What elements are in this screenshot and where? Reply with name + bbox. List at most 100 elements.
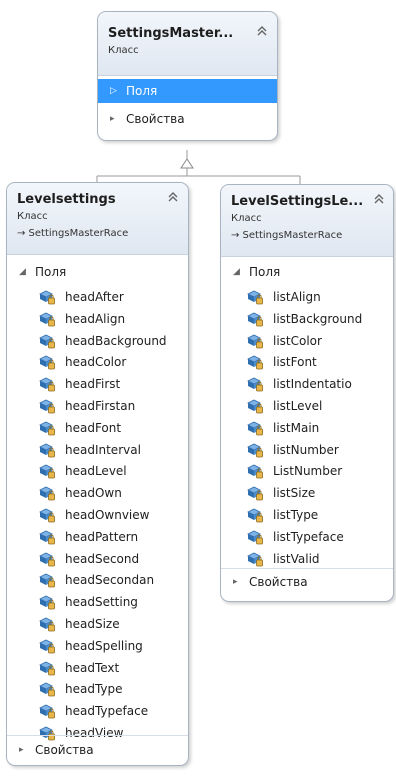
section-properties[interactable]: ▸ Свойства	[98, 108, 277, 130]
section-label: Поля	[35, 265, 67, 279]
field-name: headOwnview	[65, 508, 150, 522]
field-row[interactable]: headPattern	[39, 526, 138, 548]
field-icon	[247, 463, 273, 479]
field-name: headSpelling	[65, 638, 143, 653]
section-fields[interactable]: ◢ Поля	[7, 261, 188, 283]
field-row[interactable]: listType	[247, 504, 318, 526]
field-row[interactable]: headFont	[39, 417, 121, 439]
field-row[interactable]: listNumber	[247, 439, 339, 461]
left-class-header[interactable]: Levelsettings Класс → SettingsMasterRace	[7, 183, 188, 255]
section-label: Свойства	[35, 743, 94, 757]
right-class-box[interactable]: LevelSettingsLe... Класс → SettingsMaste…	[220, 184, 394, 602]
field-row[interactable]: listMain	[247, 417, 319, 439]
field-icon	[247, 289, 273, 305]
field-row[interactable]: headBackground	[39, 330, 167, 352]
field-name: listTypeface	[273, 529, 344, 544]
parent-class-box[interactable]: SettingsMaster... Класс ▷ Поля ▸ Свойств…	[97, 11, 278, 141]
field-icon	[39, 289, 65, 305]
class-kind: Класс	[231, 213, 262, 224]
left-class-box[interactable]: Levelsettings Класс → SettingsMasterRace…	[6, 182, 189, 766]
section-label: Свойства	[249, 575, 308, 589]
field-name: headFirstan	[65, 399, 136, 413]
field-icon	[247, 529, 273, 545]
field-name: headSetting	[65, 595, 138, 610]
field-row[interactable]: headOwn	[39, 482, 122, 504]
field-icon	[39, 594, 65, 610]
field-row[interactable]: listBackground	[247, 308, 362, 330]
field-name: listSize	[273, 486, 316, 501]
double-chevron-up-icon[interactable]	[373, 193, 385, 207]
field-name: listColor	[273, 333, 322, 348]
expand-arrow-icon: ▸	[110, 114, 115, 124]
field-name: headAfter	[65, 290, 124, 304]
section-label: Поля	[126, 84, 158, 98]
field-icon	[247, 398, 273, 414]
collapse-arrow-icon: ◢	[19, 267, 26, 277]
expand-arrow-icon: ▸	[233, 577, 238, 587]
right-class-header[interactable]: LevelSettingsLe... Класс → SettingsMaste…	[221, 185, 393, 257]
field-row[interactable]: listIndentatio	[247, 373, 352, 395]
field-row[interactable]: listSize	[247, 482, 315, 504]
field-icon	[39, 551, 65, 567]
field-row[interactable]: listAlign	[247, 286, 321, 308]
field-row[interactable]: listTypeface	[247, 526, 344, 548]
section-properties[interactable]: ▸ Свойства	[7, 739, 188, 761]
field-name: headBackground	[65, 333, 167, 348]
field-row[interactable]: listLevel	[247, 395, 322, 417]
field-row[interactable]: headText	[39, 657, 119, 679]
field-name: listAlign	[273, 290, 321, 304]
field-row[interactable]: ListNumber	[247, 460, 342, 482]
field-name: headFont	[65, 420, 122, 435]
divider	[7, 735, 188, 736]
field-row[interactable]: headAfter	[39, 286, 124, 308]
field-row[interactable]: headAlign	[39, 308, 125, 330]
field-row[interactable]: listColor	[247, 330, 322, 352]
double-chevron-up-icon[interactable]	[256, 25, 268, 39]
field-icon	[247, 420, 273, 436]
expand-arrow-icon: ▸	[19, 745, 24, 755]
field-icon	[39, 398, 65, 414]
class-title: Levelsettings	[17, 192, 116, 207]
field-name: listValid	[273, 551, 320, 566]
field-row[interactable]: headSpelling	[39, 635, 143, 657]
field-row[interactable]: headFirstan	[39, 395, 135, 417]
section-fields-selected[interactable]: ▷ Поля	[98, 79, 277, 103]
field-row[interactable]: headType	[39, 678, 123, 700]
field-icon	[247, 442, 273, 458]
field-name: headOwn	[65, 486, 122, 501]
field-row[interactable]: headSize	[39, 613, 120, 635]
field-name: headType	[65, 682, 123, 697]
field-row[interactable]: headTypeface	[39, 700, 148, 722]
field-name: headColor	[65, 355, 127, 370]
field-row[interactable]: headInterval	[39, 439, 141, 461]
field-row[interactable]: listValid	[247, 548, 320, 570]
field-row[interactable]: headSecond	[39, 548, 139, 570]
class-kind: Класс	[17, 211, 48, 222]
section-fields[interactable]: ◢ Поля	[221, 261, 393, 283]
field-name: listNumber	[273, 442, 339, 457]
section-properties[interactable]: ▸ Свойства	[221, 571, 393, 593]
field-name: listFont	[273, 355, 317, 370]
parent-class-header[interactable]: SettingsMaster... Класс	[98, 12, 277, 76]
field-row[interactable]: listFont	[247, 351, 317, 373]
class-title: SettingsMaster...	[108, 26, 234, 41]
field-row[interactable]: headOwnview	[39, 504, 149, 526]
field-icon	[39, 311, 65, 327]
field-name: headSecond	[65, 551, 140, 566]
field-icon	[247, 507, 273, 523]
field-name: headPattern	[65, 529, 139, 544]
field-row[interactable]: headLevel	[39, 460, 127, 482]
field-icon	[39, 485, 65, 501]
double-chevron-up-icon[interactable]	[167, 191, 179, 205]
field-row[interactable]: headSetting	[39, 591, 138, 613]
divider	[221, 568, 393, 569]
field-row[interactable]: headFirst	[39, 373, 120, 395]
collapse-arrow-icon: ◢	[233, 267, 240, 277]
class-base: → SettingsMasterRace	[231, 230, 343, 241]
field-row[interactable]: headSecondan	[39, 569, 154, 591]
field-row[interactable]: headColor	[39, 351, 126, 373]
field-icon	[247, 551, 273, 567]
field-name: headAlign	[65, 311, 126, 326]
expand-arrow-icon: ▷	[110, 86, 117, 96]
field-name: listLevel	[273, 399, 323, 413]
